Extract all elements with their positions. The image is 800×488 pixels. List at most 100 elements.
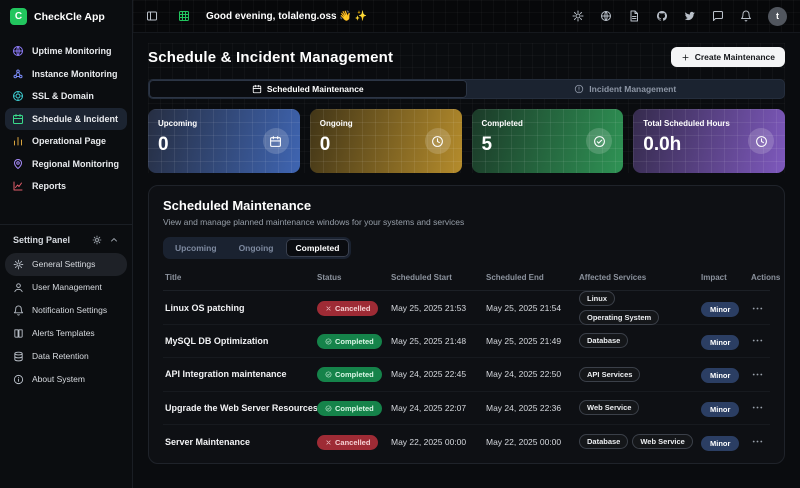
chevron-up-icon[interactable] — [109, 235, 119, 245]
status-filter-tabs: Upcoming Ongoing Completed — [163, 237, 351, 259]
sidebar-item[interactable]: Uptime Monitoring — [5, 40, 127, 63]
panel-icon[interactable] — [146, 10, 158, 22]
gear-icon[interactable] — [92, 235, 102, 245]
table-column-header: Title — [165, 273, 317, 282]
scheduled-start: May 25, 2025 21:53 — [391, 303, 486, 313]
settings-item-label: User Management — [32, 282, 102, 292]
sidebar-item-label: Instance Monitoring — [32, 69, 118, 79]
status-badge: Cancelled — [317, 435, 378, 450]
chat-icon[interactable] — [712, 10, 724, 22]
view-tabs: Scheduled Maintenance Incident Managemen… — [148, 79, 785, 99]
sidebar-item[interactable]: Instance Monitoring — [5, 63, 127, 86]
status-filter-tab[interactable]: Ongoing — [229, 239, 284, 257]
impact-badge: Minor — [701, 402, 739, 417]
globe-shield-icon — [12, 90, 24, 102]
settings-item[interactable]: General Settings — [5, 253, 127, 276]
user-avatar[interactable]: t — [768, 7, 787, 26]
settings-item-label: General Settings — [32, 259, 95, 269]
database-icon — [13, 351, 24, 362]
scheduled-start: May 24, 2025 22:07 — [391, 403, 486, 413]
grid-icon[interactable] — [178, 10, 190, 22]
sidebar-item[interactable]: Reports — [5, 175, 127, 198]
app-window: C CheckCle App Uptime Monitoring Instanc… — [0, 0, 800, 488]
check-circle-icon — [593, 135, 606, 148]
settings-item[interactable]: User Management — [5, 276, 127, 299]
maintenance-title: Linux OS patching — [165, 303, 317, 313]
globe-icon[interactable] — [600, 10, 612, 22]
scheduled-end: May 24, 2025 22:50 — [486, 369, 579, 379]
scheduled-end: May 25, 2025 21:49 — [486, 336, 579, 346]
bell-icon[interactable] — [740, 10, 752, 22]
view-tab-label: Scheduled Maintenance — [267, 84, 364, 94]
affected-services: LinuxOperating System — [579, 291, 701, 325]
stat-cards: Upcoming 0 Ongoing 0 — [148, 109, 785, 173]
status-filter-tab[interactable]: Completed — [286, 239, 350, 257]
create-maintenance-button[interactable]: Create Maintenance — [671, 47, 785, 67]
sidebar: C CheckCle App Uptime Monitoring Instanc… — [0, 0, 133, 488]
impact-badge: Minor — [701, 302, 739, 317]
app-logo-row: C CheckCle App — [0, 0, 132, 33]
calendar-icon — [12, 113, 24, 125]
settings-item[interactable]: Notification Settings — [5, 299, 127, 322]
stat-card: Ongoing 0 — [310, 109, 462, 173]
service-tag: Linux — [579, 291, 615, 306]
setting-panel: Setting Panel General Settings Us — [0, 224, 132, 391]
impact-badge: Minor — [701, 436, 739, 451]
info-icon — [13, 374, 24, 385]
maintenance-title: MySQL DB Optimization — [165, 336, 317, 346]
row-actions-button[interactable] — [751, 334, 764, 347]
service-tag: API Services — [579, 367, 640, 382]
clock-icon — [431, 135, 444, 148]
settings-item[interactable]: Alerts Templates — [5, 322, 127, 345]
sidebar-item[interactable]: SSL & Domain — [5, 85, 127, 108]
table-column-header: Scheduled End — [486, 273, 579, 282]
table-column-header: Impact — [701, 273, 751, 282]
scheduled-start: May 22, 2025 00:00 — [391, 437, 486, 447]
row-actions-button[interactable] — [751, 368, 764, 381]
view-tab-label: Incident Management — [589, 84, 676, 94]
settings-item[interactable]: About System — [5, 368, 127, 391]
sidebar-item[interactable]: Schedule & Incident — [5, 108, 127, 131]
row-actions-button[interactable] — [751, 401, 764, 414]
top-header: Good evening, tolaleng.oss 👋 ✨ t — [133, 0, 800, 33]
bell-icon — [13, 305, 24, 316]
create-maintenance-label: Create Maintenance — [695, 52, 775, 62]
scheduled-start: May 25, 2025 21:48 — [391, 336, 486, 346]
impact-badge: Minor — [701, 335, 739, 350]
settings-item[interactable]: Data Retention — [5, 345, 127, 368]
table-column-header: Status — [317, 273, 391, 282]
plus-icon — [681, 53, 690, 62]
affected-services: API Services — [579, 367, 701, 382]
row-actions-button[interactable] — [751, 302, 764, 315]
table-row: Server Maintenance Cancelled May 22, 202… — [163, 425, 770, 459]
twitter-icon[interactable] — [684, 10, 696, 22]
stat-card-label: Upcoming — [158, 119, 290, 128]
sidebar-item[interactable]: Regional Monitoring — [5, 153, 127, 176]
sidebar-item-label: Reports — [32, 181, 66, 191]
setting-panel-controls — [92, 235, 119, 245]
stat-card: Total Scheduled Hours 0.0h — [633, 109, 785, 173]
status-badge: Completed — [317, 401, 382, 416]
table-header: Title Status Scheduled Start Scheduled E… — [163, 273, 770, 291]
gear-icon — [13, 259, 24, 270]
check-circle-icon — [325, 371, 332, 378]
map-pin-icon — [12, 158, 24, 170]
maintenance-title: API Integration maintenance — [165, 369, 317, 379]
table-row: MySQL DB Optimization Completed May 25, … — [163, 325, 770, 359]
github-icon[interactable] — [656, 10, 668, 22]
sidebar-item[interactable]: Operational Page — [5, 130, 127, 153]
status-badge-label: Cancelled — [335, 304, 370, 313]
view-tab[interactable]: Scheduled Maintenance — [149, 80, 467, 98]
status-filter-tab[interactable]: Upcoming — [165, 239, 227, 257]
view-tab[interactable]: Incident Management — [467, 80, 785, 98]
stat-card-label: Completed — [482, 119, 614, 128]
setting-panel-header: Setting Panel — [5, 235, 127, 253]
status-badge: Completed — [317, 367, 382, 382]
stat-card: Completed 5 — [472, 109, 624, 173]
table-row: API Integration maintenance Completed Ma… — [163, 358, 770, 392]
sidebar-item-label: SSL & Domain — [32, 91, 94, 101]
table-column-header: Scheduled Start — [391, 273, 486, 282]
file-icon[interactable] — [628, 10, 640, 22]
row-actions-button[interactable] — [751, 435, 764, 448]
sun-icon[interactable] — [572, 10, 584, 22]
